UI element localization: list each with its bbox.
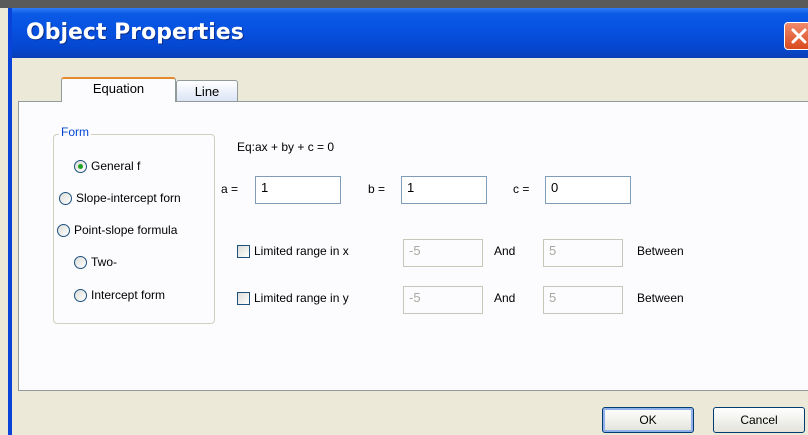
checkbox-label: Limited range in x [254,244,349,258]
equation-label: Eq:ax + by + c = 0 [237,140,335,154]
range-y-between-label: Between [637,291,684,305]
radio-icon [74,288,87,302]
a-label: a = [221,182,239,196]
a-input[interactable]: 1 [255,176,341,204]
b-label: b = [368,182,386,196]
radio-selected-icon [74,159,87,173]
checkbox-icon [237,291,250,305]
radio-slope-intercept[interactable]: Slope-intercept forn [59,191,181,205]
radio-label: Intercept form [91,288,166,302]
radio-intercept-form[interactable]: Intercept form [74,288,165,302]
c-input[interactable]: 0 [545,176,631,204]
object-properties-dialog: Object Properties Equation Line Form Gen… [8,8,808,435]
title-bar[interactable]: Object Properties [12,8,808,58]
radio-label: Two- [91,255,118,269]
radio-two-point[interactable]: Two- [74,255,117,269]
range-x-and-label: And [494,244,516,258]
checkbox-icon [237,244,250,258]
c-label: c = [513,182,530,196]
limited-range-y-checkbox[interactable]: Limited range in y [237,291,349,305]
dialog-content: Equation Line Form General f Slope-inter… [12,58,808,435]
limited-range-x-checkbox[interactable]: Limited range in x [237,244,349,258]
desktop-strip [0,0,808,8]
b-input[interactable]: 1 [401,176,487,204]
range-y-to-input[interactable]: 5 [543,286,623,314]
range-x-between-label: Between [637,244,684,258]
checkbox-label: Limited range in y [254,291,349,305]
radio-icon [57,223,70,237]
ok-button[interactable]: OK [602,407,694,433]
form-group-title: Form [59,125,91,139]
close-button[interactable] [784,22,808,50]
radio-icon [74,255,87,269]
cancel-button[interactable]: Cancel [713,407,805,433]
radio-icon [59,191,72,205]
radio-label: General f [91,159,141,173]
radio-label: Point-slope formula [74,223,178,237]
tab-equation[interactable]: Equation [61,77,176,102]
window-title: Object Properties [26,20,244,45]
range-y-from-input[interactable]: -5 [403,286,483,314]
range-x-from-input[interactable]: -5 [403,239,483,267]
radio-point-slope[interactable]: Point-slope formula [57,223,177,237]
range-y-and-label: And [494,291,516,305]
equation-panel: Form General f Slope-intercept forn Poin… [18,101,808,391]
close-icon [791,28,807,44]
range-x-to-input[interactable]: 5 [543,239,623,267]
radio-general-form[interactable]: General f [74,159,140,173]
radio-label: Slope-intercept forn [76,191,181,205]
